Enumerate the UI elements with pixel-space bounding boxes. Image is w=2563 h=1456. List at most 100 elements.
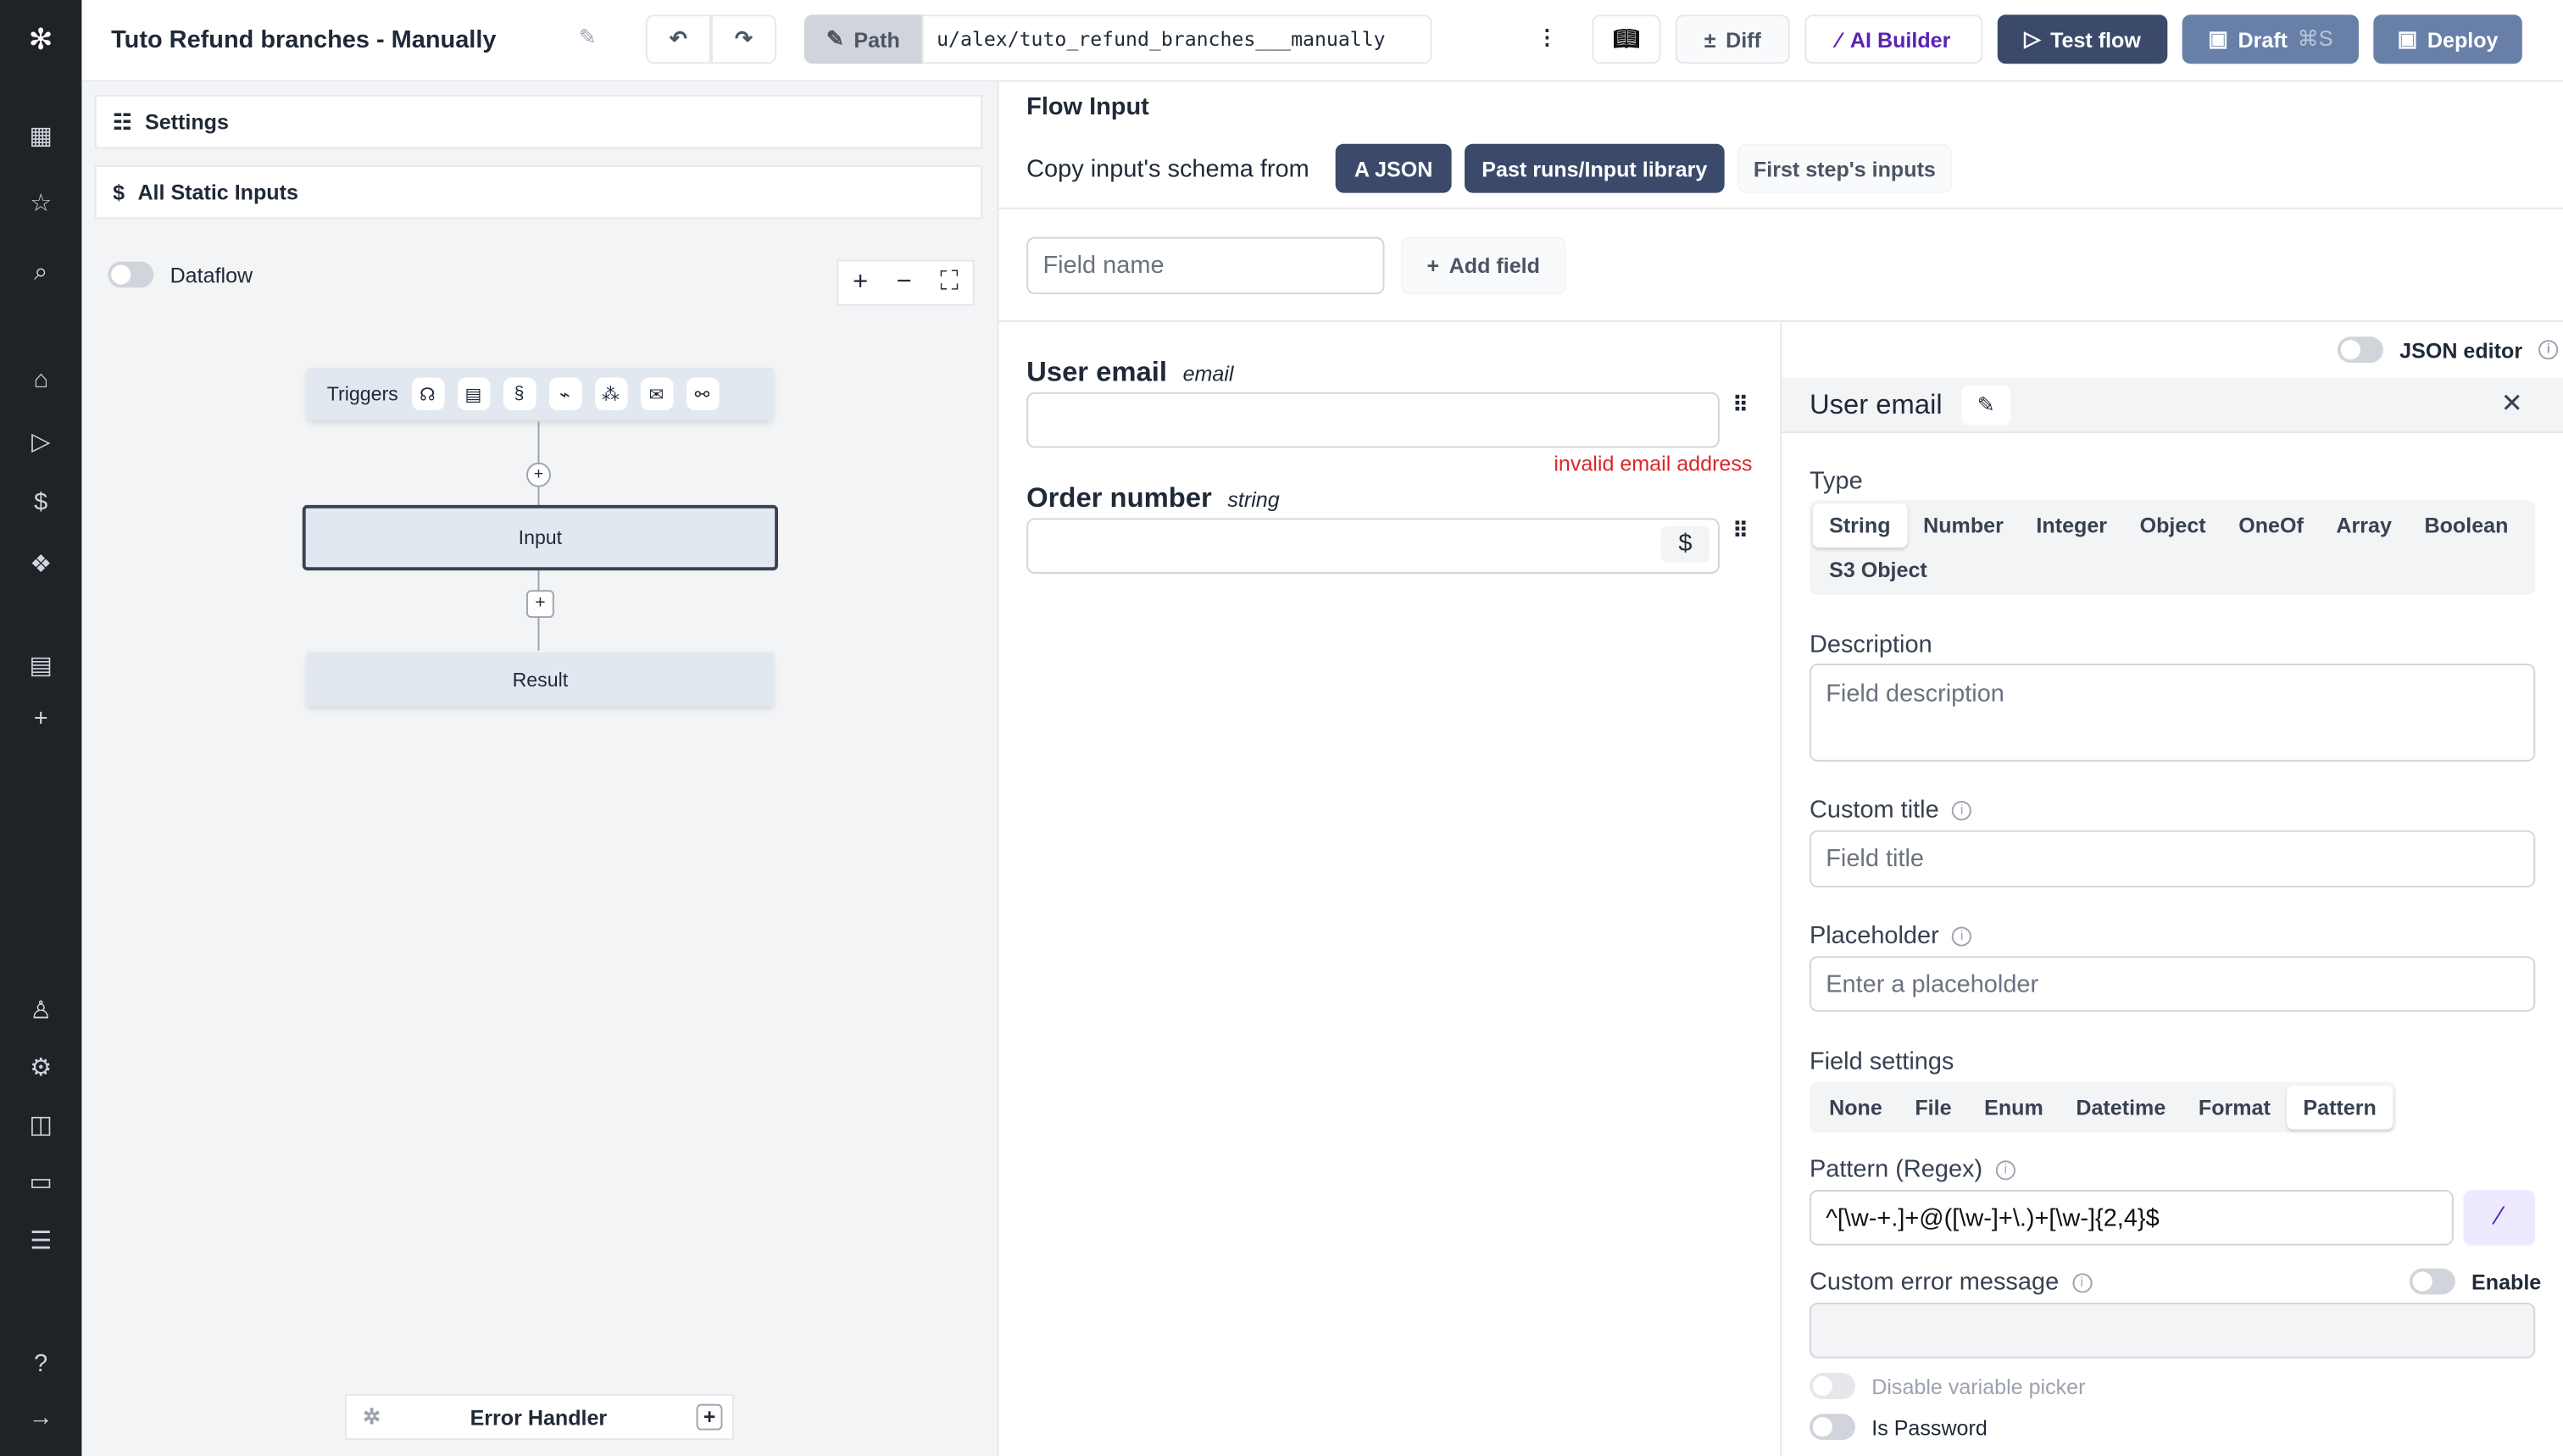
deploy-button[interactable]: ▣ Deploy: [2373, 14, 2522, 64]
type-selector: String Number Integer Object OneOf Array Boole…: [1809, 500, 2536, 596]
input-node[interactable]: Input: [302, 504, 779, 571]
copy-schema-label: Copy input's schema from: [1026, 155, 1309, 184]
insert-node-icon[interactable]: +: [526, 590, 554, 619]
edit-title-icon[interactable]: ✎: [579, 25, 597, 51]
setting-none[interactable]: None: [1813, 1086, 1899, 1130]
gear-icon[interactable]: ⚙: [25, 1053, 58, 1086]
setting-file[interactable]: File: [1899, 1086, 1968, 1130]
zoom-out-icon[interactable]: −: [897, 268, 912, 297]
type-integer[interactable]: Integer: [2020, 503, 2123, 547]
windmill-logo[interactable]: ✻: [25, 23, 58, 56]
add-field-button[interactable]: + Add field: [1400, 236, 1566, 295]
type-number[interactable]: Number: [1907, 503, 2020, 547]
folder-icon[interactable]: ▭: [25, 1167, 58, 1200]
disable-variable-picker-toggle[interactable]: Disable variable picker: [1809, 1373, 2085, 1399]
building-icon[interactable]: ▦: [25, 121, 58, 154]
error-handler-node[interactable]: ✲ Error Handler +: [344, 1394, 734, 1441]
first-step-inputs-button[interactable]: First step's inputs: [1737, 143, 1952, 193]
enable-toggle[interactable]: Enable: [2409, 1268, 2541, 1295]
list-icon[interactable]: ☰: [25, 1225, 58, 1259]
insert-node-icon[interactable]: +: [526, 462, 551, 487]
star-icon[interactable]: ☆: [25, 188, 58, 221]
boxes-icon[interactable]: ❖: [25, 549, 58, 582]
diff-button[interactable]: ± Diff: [1675, 14, 1790, 64]
mail-icon[interactable]: ✉: [640, 377, 673, 411]
help-icon[interactable]: ?: [25, 1348, 58, 1381]
type-object[interactable]: Object: [2123, 503, 2222, 547]
arrow-right-icon[interactable]: →: [25, 1403, 58, 1436]
dataflow-toggle[interactable]: Dataflow: [108, 261, 253, 288]
book-icon: 📖︎: [1613, 25, 1640, 51]
ai-builder-button[interactable]: ⁄ AI Builder: [1804, 14, 1983, 64]
plug-icon[interactable]: ⌁: [548, 377, 581, 411]
save-icon: ▣: [2397, 25, 2418, 51]
result-node[interactable]: Result: [307, 652, 774, 707]
user-email-input[interactable]: [1026, 392, 1720, 448]
type-string[interactable]: String: [1812, 503, 1907, 548]
sidebar: ✻ ▦ ☆ ⌕ ⌂ ▷ $ ❖ ▤ + ♙ ⚙ ◫ ▭ ☰ ? →: [0, 0, 82, 1456]
path-input[interactable]: u/alex/tuto_refund_branches___manually: [921, 14, 1432, 64]
divider: [1780, 321, 1782, 1456]
bot-icon[interactable]: ◫: [25, 1110, 58, 1143]
more-menu-icon[interactable]: ⋮: [1537, 25, 1558, 51]
calendar-icon[interactable]: ▤: [25, 651, 58, 684]
flow-title[interactable]: Tuto Refund branches - Manually: [111, 26, 496, 54]
home-icon[interactable]: ⌂: [25, 364, 58, 397]
play-icon[interactable]: ▷: [25, 426, 58, 459]
pattern-label: Pattern (Regex) i: [1810, 1156, 2015, 1183]
placeholder-input[interactable]: Enter a placeholder: [1809, 956, 2536, 1012]
docs-button[interactable]: 📖︎: [1592, 14, 1661, 64]
test-flow-button[interactable]: ▷ Test flow: [1997, 14, 2168, 64]
setting-pattern[interactable]: Pattern: [2287, 1085, 2393, 1130]
binoculars-icon[interactable]: ⚯: [686, 377, 719, 411]
undo-button[interactable]: ↶: [645, 14, 711, 64]
setting-format[interactable]: Format: [2182, 1086, 2288, 1130]
add-icon[interactable]: +: [696, 1403, 723, 1431]
a-json-button[interactable]: A JSON: [1335, 143, 1452, 193]
settings-button[interactable]: ☷ Settings: [94, 94, 983, 149]
type-boolean[interactable]: Boolean: [2408, 503, 2525, 547]
field-name-input[interactable]: Field name: [1026, 236, 1385, 295]
plus-icon[interactable]: +: [25, 703, 58, 736]
order-number-input[interactable]: [1026, 518, 1720, 574]
webhook-icon[interactable]: ☊: [411, 377, 444, 411]
user-icon[interactable]: ♙: [25, 996, 58, 1029]
field-user-email-label: User email email: [1026, 356, 1234, 388]
variable-picker-icon[interactable]: $: [1660, 526, 1710, 563]
json-editor-toggle[interactable]: JSON editor i: [2337, 336, 2559, 364]
custom-title-input[interactable]: Field title: [1809, 830, 2536, 888]
zoom-controls: + − ⛶: [837, 259, 975, 306]
pattern-input[interactable]: ^[\w-+.]+@([\w-]+\.)+[\w-]{2,4}$: [1809, 1190, 2454, 1246]
setting-datetime[interactable]: Datetime: [2060, 1086, 2182, 1130]
custom-title-label: Custom title i: [1810, 796, 1972, 824]
zoom-in-icon[interactable]: +: [853, 268, 868, 297]
past-runs-button[interactable]: Past runs/Input library: [1465, 143, 1725, 193]
flow-input-title: Flow Input: [1026, 92, 1149, 121]
dollar-icon[interactable]: $: [25, 487, 58, 520]
type-oneof[interactable]: OneOf: [2222, 503, 2320, 547]
magic-wand-icon: ⁄: [1837, 26, 1841, 52]
flow-panel: ☷ Settings $ All Static Inputs Dataflow + −…: [81, 81, 999, 1456]
ai-regex-button[interactable]: ⁄: [2463, 1190, 2536, 1246]
setting-enum[interactable]: Enum: [1968, 1086, 2060, 1130]
edit-name-icon[interactable]: ✎: [1961, 386, 2011, 425]
triggers-node[interactable]: Triggers ☊ ▤ § ⌁ ⁂ ✉ ⚯: [307, 367, 774, 420]
description-input[interactable]: Field description: [1809, 664, 2536, 762]
play-icon: ▷: [2024, 25, 2041, 51]
is-password-toggle[interactable]: Is Password: [1809, 1414, 1988, 1441]
drag-handle-icon[interactable]: ⠿: [1732, 518, 1748, 544]
drag-handle-icon[interactable]: ⠿: [1732, 392, 1748, 419]
kafka-icon[interactable]: ⁂: [594, 377, 627, 411]
fit-view-icon[interactable]: ⛶: [940, 268, 959, 297]
search-icon[interactable]: ⌕: [25, 257, 58, 290]
type-array[interactable]: Array: [2320, 503, 2408, 547]
custom-error-input[interactable]: [1809, 1303, 2536, 1359]
close-icon[interactable]: ✕: [2501, 387, 2523, 420]
route-icon[interactable]: §: [503, 377, 536, 411]
calendar-icon[interactable]: ▤: [457, 377, 490, 411]
type-s3-object[interactable]: S3 Object: [1813, 547, 1943, 592]
custom-error-label: Custom error message i: [1810, 1269, 2092, 1296]
draft-button[interactable]: ▣ Draft ⌘S: [2182, 14, 2359, 64]
static-inputs-button[interactable]: $ All Static Inputs: [94, 164, 983, 220]
redo-button[interactable]: ↷: [710, 14, 777, 64]
